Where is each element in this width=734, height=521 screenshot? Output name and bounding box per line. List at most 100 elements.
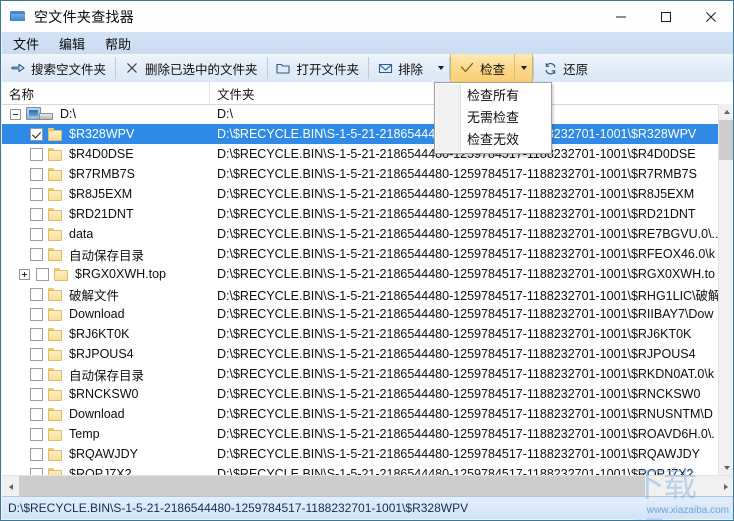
menu-item-check-all[interactable]: 检查所有: [435, 85, 551, 107]
row-name-text: $RJ6KT0K: [69, 327, 130, 341]
blue-folder-icon: [10, 9, 26, 24]
row-path-cell: D:\$RECYCLE.BIN\S-1-5-21-2186544480-1259…: [217, 307, 714, 321]
menu-item-no-check[interactable]: 无需检查: [435, 107, 551, 129]
table-row[interactable]: Temp D:\$RECYCLE.BIN\S-1-5-21-2186544480-…: [2, 424, 719, 444]
row-checkbox[interactable]: [30, 147, 43, 161]
menu-item-help[interactable]: 帮助: [96, 32, 140, 55]
table-row[interactable]: $R328WPVD:\$RECYCLE.BIN\S-1-5-21-2186544…: [2, 124, 719, 144]
maximize-button[interactable]: [643, 1, 688, 32]
row-name-text: Download: [69, 407, 125, 421]
table-row[interactable]: 破解文件 D:\$RECYCLE.BIN\S-1-5-21-2186544480-…: [2, 284, 719, 304]
table-row[interactable]: $RNCKSW0 D:\$RECYCLE.BIN\S-1-5-21-2186544…: [2, 384, 719, 404]
row-checkbox[interactable]: [30, 247, 43, 261]
exclude-label: 排除: [398, 62, 424, 77]
row-name-text: data: [69, 227, 94, 241]
row-checkbox[interactable]: [30, 387, 43, 401]
window-controls: [598, 1, 733, 32]
menu-item-check-invalid[interactable]: 检查无效: [435, 129, 551, 151]
horizontal-scroll-thumb[interactable]: [19, 476, 645, 497]
minimize-button[interactable]: [598, 1, 643, 32]
table-row[interactable]: $R4D0DSE D:\$RECYCLE.BIN\S-1-5-21-2186544…: [2, 144, 719, 164]
row-checkbox[interactable]: [30, 367, 43, 381]
row-checkbox[interactable]: [36, 267, 49, 281]
drive-icon: [26, 107, 54, 121]
row-checkbox[interactable]: [30, 227, 43, 241]
restore-button[interactable]: 还原: [534, 54, 597, 82]
check-label: 检查: [480, 62, 506, 77]
menu-bar: 文件 编辑 帮助: [2, 32, 733, 55]
status-bar: D:\$RECYCLE.BIN\S-1-5-21-2186544480-1259…: [2, 496, 733, 519]
row-name-cell: 自动保存目录: [2, 365, 210, 384]
table-row[interactable]: $R8J5EXM D:\$RECYCLE.BIN\S-1-5-21-2186544…: [2, 184, 719, 204]
row-checkbox[interactable]: [30, 327, 43, 341]
table-row[interactable]: 自动保存目录 D:\$RECYCLE.BIN\S-1-5-21-218654448…: [2, 364, 719, 384]
table-row[interactable]: $RJ6KT0K D:\$RECYCLE.BIN\S-1-5-21-2186544…: [2, 324, 719, 344]
close-button[interactable]: [688, 1, 733, 32]
check-dropdown-arrow[interactable]: [514, 54, 533, 82]
table-row[interactable]: data D:\$RECYCLE.BIN\S-1-5-21-2186544480-…: [2, 224, 719, 244]
row-path-cell: D:\$RECYCLE.BIN\S-1-5-21-2186544480-1259…: [217, 288, 719, 303]
application-window: 空文件夹查找器 文件 编辑 帮助 搜索空文件夹 删除已选中的文件夹 打开文件夹 …: [0, 0, 734, 521]
row-checkbox[interactable]: [30, 187, 43, 201]
row-name-text: 自动保存目录: [69, 368, 145, 383]
row-path-cell: D:\$RECYCLE.BIN\S-1-5-21-2186544480-1259…: [217, 167, 697, 181]
row-path-cell: D:\$RECYCLE.BIN\S-1-5-21-2186544480-1259…: [217, 407, 713, 421]
row-path-cell: D:\$RECYCLE.BIN\S-1-5-21-2186544480-1259…: [217, 347, 696, 361]
table-row[interactable]: Download D:\$RECYCLE.BIN\S-1-5-21-2186544…: [2, 404, 719, 424]
search-empty-folders-button[interactable]: 搜索空文件夹: [2, 54, 115, 82]
folder-icon: [48, 447, 63, 461]
toolbar-group-exclude: 排除: [369, 54, 449, 82]
row-checkbox[interactable]: [30, 207, 43, 221]
row-checkbox[interactable]: [30, 127, 43, 141]
horizontal-scrollbar[interactable]: [2, 475, 733, 497]
vertical-scroll-thumb[interactable]: [719, 120, 733, 160]
exclude-button[interactable]: 排除: [369, 54, 432, 82]
scroll-right-button[interactable]: [717, 476, 733, 497]
table-row[interactable]: $RD21DNT D:\$RECYCLE.BIN\S-1-5-21-2186544…: [2, 204, 719, 224]
row-checkbox[interactable]: [30, 287, 43, 301]
expand-tree-icon[interactable]: [19, 268, 30, 280]
toolbar-group-open: 打开文件夹: [268, 54, 369, 82]
menu-item-edit[interactable]: 编辑: [50, 32, 94, 55]
table-row[interactable]: 自动保存目录 D:\$RECYCLE.BIN\S-1-5-21-218654448…: [2, 244, 719, 264]
row-checkbox[interactable]: [30, 427, 43, 441]
row-name-cell: $R4D0DSE: [2, 147, 210, 161]
vertical-scrollbar[interactable]: [718, 104, 733, 476]
table-row[interactable]: $RQAWJDY D:\$RECYCLE.BIN\S-1-5-21-2186544…: [2, 444, 719, 464]
open-folder-button[interactable]: 打开文件夹: [268, 54, 369, 82]
row-checkbox[interactable]: [30, 447, 43, 461]
row-path-cell: D:\$RECYCLE.BIN\S-1-5-21-2186544480-1259…: [217, 267, 715, 281]
row-name-cell: Download: [2, 307, 210, 321]
row-checkbox[interactable]: [30, 167, 43, 181]
folder-icon: [48, 187, 63, 201]
check-dropdown-menu: 检查所有 无需检查 检查无效: [434, 82, 552, 154]
title-bar: 空文件夹查找器: [1, 1, 733, 32]
table-row[interactable]: D:\ D:\: [2, 104, 719, 124]
folder-icon: [48, 167, 63, 181]
refresh-icon: [542, 60, 558, 76]
collapse-tree-icon[interactable]: [10, 108, 21, 120]
row-checkbox[interactable]: [30, 407, 43, 421]
exclude-dropdown-arrow[interactable]: [432, 54, 449, 82]
scroll-down-button[interactable]: [719, 460, 733, 476]
table-row[interactable]: Download D:\$RECYCLE.BIN\S-1-5-21-2186544…: [2, 304, 719, 324]
scroll-up-button[interactable]: [719, 104, 733, 120]
row-name-text: $R8J5EXM: [69, 187, 133, 201]
toolbar-group-search: 搜索空文件夹: [2, 54, 115, 82]
scroll-left-button[interactable]: [2, 476, 19, 497]
delete-selected-folders-button[interactable]: 删除已选中的文件夹: [116, 54, 267, 82]
row-name-cell: $RJPOUS4: [2, 347, 210, 361]
toolbar: 搜索空文件夹 删除已选中的文件夹 打开文件夹 排除 检查 还原: [2, 54, 733, 83]
check-button[interactable]: 检查: [451, 54, 515, 82]
column-header-name[interactable]: 名称: [2, 82, 210, 104]
menu-item-file[interactable]: 文件: [4, 32, 48, 55]
row-name-cell: Download: [2, 407, 210, 421]
toolbar-group-restore: 还原: [534, 54, 597, 82]
row-path-cell: D:\$RECYCLE.BIN\S-1-5-21-2186544480-1259…: [217, 427, 715, 441]
table-row[interactable]: $RGX0XWH.top D:\$RECYCLE.BIN\S-1-5-21-218…: [2, 264, 719, 284]
row-checkbox[interactable]: [30, 307, 43, 321]
row-checkbox[interactable]: [30, 347, 43, 361]
table-row[interactable]: $RJPOUS4 D:\$RECYCLE.BIN\S-1-5-21-2186544…: [2, 344, 719, 364]
table-row[interactable]: $R7RMB7S D:\$RECYCLE.BIN\S-1-5-21-2186544…: [2, 164, 719, 184]
row-name-text: Download: [69, 307, 125, 321]
